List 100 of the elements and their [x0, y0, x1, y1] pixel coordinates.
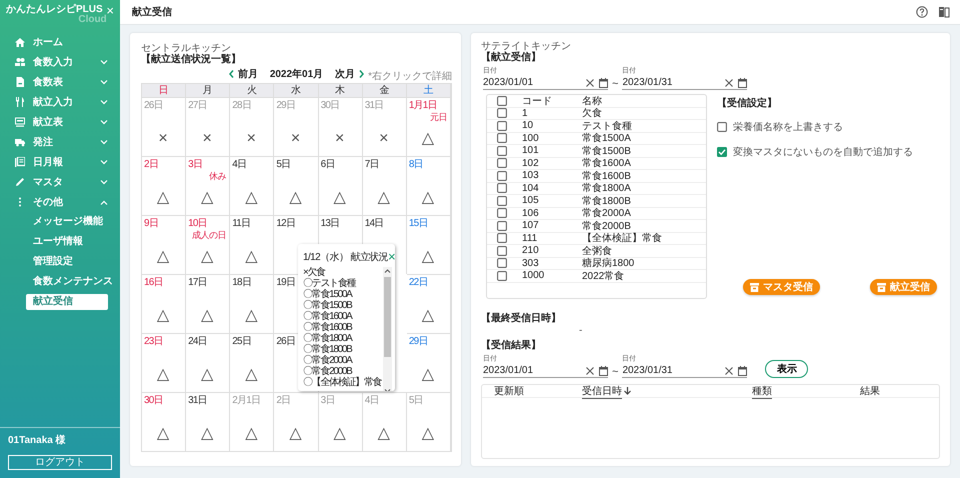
status-mark: △ [244, 249, 258, 265]
clear-icon[interactable] [586, 366, 594, 374]
day-cell[interactable]: 4日 △ [230, 156, 274, 215]
checkbox[interactable] [497, 258, 507, 268]
day-number: 3日 [320, 395, 335, 407]
table-cell-text: 1 [522, 108, 529, 119]
table-cell-text: 常食2000A [582, 206, 631, 220]
day-number: 2日 [276, 395, 290, 407]
checkbox[interactable] [497, 183, 507, 194]
box-icon [877, 282, 886, 292]
day-cell[interactable]: 31日 △ [186, 392, 230, 451]
user-name: 01Tanaka 様 [8, 434, 67, 447]
day-cell[interactable]: 30日 △ [142, 392, 186, 451]
calendar-icon[interactable] [738, 366, 748, 376]
day-cell[interactable]: 2日 △ [274, 392, 319, 451]
status-mark: △ [244, 426, 258, 442]
home-icon [15, 37, 25, 47]
day-cell[interactable]: 26日 × [142, 97, 186, 156]
day-number: 26日 [276, 336, 296, 348]
calendar-icon[interactable] [738, 78, 748, 88]
day-cell[interactable]: 7日 △ [362, 156, 407, 215]
column-header[interactable]: 種類 [752, 384, 772, 398]
day-cell[interactable]: 27日 × [186, 97, 230, 156]
day-number: 29日 [408, 336, 428, 348]
checkbox[interactable] [497, 208, 507, 218]
clear-icon[interactable] [586, 78, 594, 86]
day-cell[interactable]: 18日 △ [230, 274, 274, 333]
show-button[interactable]: 表示 [765, 360, 808, 378]
table-cell-text: 2022常食 [582, 270, 624, 283]
day-number: 9日 [144, 218, 158, 230]
day-cell[interactable]: 4日 △ [362, 392, 407, 451]
day-cell[interactable]: 28日 × [230, 97, 274, 156]
checkbox[interactable] [497, 246, 507, 256]
day-cell[interactable]: 5日 △ [406, 392, 451, 451]
status-mark: △ [200, 367, 214, 383]
day-cell[interactable]: 23日 △ [142, 333, 186, 392]
table-cell-text: 303 [522, 258, 540, 269]
day-number: 11日 [232, 218, 250, 230]
tilde-separator: ~ [612, 366, 618, 378]
day-cell[interactable]: 1月1日 元日 △ [406, 97, 451, 156]
prev-month-button[interactable]: 前月 [228, 67, 258, 81]
book-icon[interactable] [938, 6, 950, 18]
day-cell[interactable]: 5日 △ [274, 156, 319, 215]
next-month-button[interactable]: 次月 [335, 67, 364, 81]
day-number: 25日 [232, 336, 252, 348]
day-cell[interactable]: 11日 △ [230, 215, 274, 274]
status-mark: × [157, 131, 169, 147]
calendar-icon[interactable] [599, 366, 608, 376]
day-cell[interactable]: 29日 △ [406, 333, 451, 392]
checkbox[interactable] [497, 170, 507, 181]
table-cell-text: 103 [522, 170, 540, 182]
table-cell-text: 欠食 [582, 107, 602, 120]
weekday-header: 日 [142, 84, 186, 97]
day-cell[interactable]: 22日 △ [406, 274, 451, 333]
checkbox[interactable] [497, 233, 507, 244]
section-title: 【献立受信】 [481, 52, 542, 63]
clear-icon[interactable] [725, 78, 734, 86]
pages-icon [15, 157, 25, 167]
close-button[interactable]: × [388, 250, 396, 262]
status-mark: △ [420, 426, 436, 442]
day-cell[interactable]: 3日 休み △ [186, 156, 230, 215]
day-cell[interactable]: 2日 △ [142, 156, 186, 215]
checkbox[interactable] [497, 220, 507, 231]
day-number: 13日 [320, 218, 340, 230]
weekday-header: 月 [186, 84, 230, 97]
checkbox[interactable] [497, 108, 507, 118]
checkbox[interactable] [497, 270, 507, 281]
checkbox[interactable] [497, 146, 507, 156]
sidebar-subitem[interactable]: 献立受信 [26, 294, 108, 310]
day-cell[interactable]: 31日 × [362, 97, 407, 156]
checkbox[interactable] [497, 196, 507, 206]
scrollbar[interactable] [383, 267, 392, 391]
column-header[interactable]: 受信日時 [582, 384, 622, 398]
day-number: 3日 [188, 159, 202, 171]
day-number: 30日 [320, 100, 340, 112]
day-cell[interactable]: 6日 △ [318, 156, 363, 215]
table-cell-text: 糖尿病1800 [582, 256, 634, 270]
day-cell[interactable]: 15日 △ [406, 215, 451, 274]
checkbox[interactable] [497, 158, 507, 168]
day-cell[interactable]: 30日 × [318, 97, 363, 156]
day-cell[interactable]: 9日 △ [142, 215, 186, 274]
day-cell[interactable]: 24日 △ [186, 333, 230, 392]
checkbox[interactable] [497, 120, 507, 131]
weekday-header: 金 [362, 84, 407, 97]
checkbox[interactable] [717, 122, 727, 132]
day-cell[interactable]: 10日 成人の日 △ [186, 215, 230, 274]
help-icon[interactable] [916, 6, 928, 18]
day-cell[interactable]: 8日 △ [406, 156, 451, 215]
day-cell[interactable]: 2月1日 △ [230, 392, 274, 451]
day-cell[interactable]: 3日 △ [318, 392, 363, 451]
checkbox[interactable] [497, 133, 507, 144]
day-cell[interactable]: 25日 △ [230, 333, 274, 392]
checkbox-checked[interactable] [717, 147, 727, 157]
day-cell[interactable]: 16日 △ [142, 274, 186, 333]
checkbox[interactable] [497, 96, 507, 106]
clear-icon[interactable] [725, 366, 734, 374]
day-cell[interactable]: 29日 × [274, 97, 319, 156]
status-mark: △ [332, 426, 347, 442]
day-cell[interactable]: 17日 △ [186, 274, 230, 333]
calendar-icon[interactable] [599, 78, 608, 88]
